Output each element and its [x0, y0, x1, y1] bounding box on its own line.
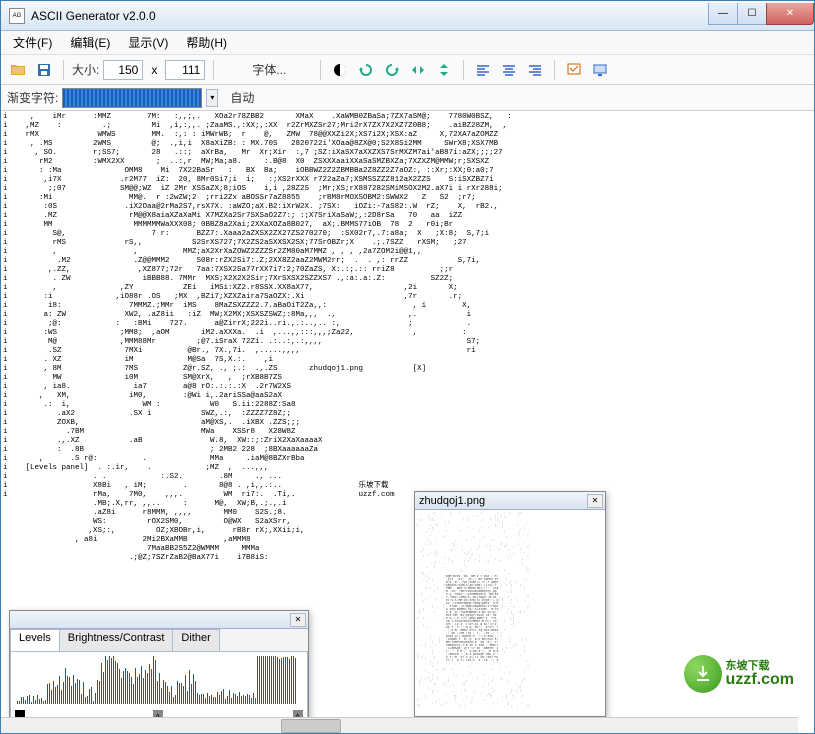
- histogram-area: △ △: [10, 651, 308, 723]
- close-button[interactable]: ✕: [766, 3, 814, 25]
- rotate-left-button[interactable]: [355, 59, 377, 81]
- flip-h-button[interactable]: [407, 59, 429, 81]
- width-input[interactable]: [103, 60, 143, 80]
- scrollbar-thumb[interactable]: [281, 719, 341, 733]
- font-label[interactable]: 字体...: [252, 61, 286, 78]
- horizontal-scrollbar[interactable]: [1, 717, 798, 733]
- preview-button[interactable]: [563, 59, 585, 81]
- window-title: ASCII Generator v2.0.0: [31, 9, 156, 23]
- invert-button[interactable]: [329, 59, 351, 81]
- preview-body: . . .: ; : : ; . ; .;: ; : , . : : ; ,. …: [415, 510, 605, 715]
- gradient-selector[interactable]: [62, 88, 202, 108]
- auto-label[interactable]: 自动: [230, 89, 254, 106]
- levels-panel-close[interactable]: ✕: [290, 613, 306, 627]
- menubar: 文件(F) 编辑(E) 显示(V) 帮助(H): [1, 31, 814, 55]
- ascii-text: i , iMr :MMZ 7M: :,,;,. XOa2r78ZBB2 XMaX…: [3, 113, 812, 563]
- preview-panel[interactable]: zhudqoj1.png ✕ . . .: ; : : ; . ; .;: ; …: [414, 491, 606, 717]
- toolbar-gradient: 渐变字符: ▾ 自动: [1, 85, 814, 111]
- flip-v-button[interactable]: [433, 59, 455, 81]
- x-separator: x: [147, 63, 161, 77]
- rotate-right-button[interactable]: [381, 59, 403, 81]
- tab-brightness[interactable]: Brightness/Contrast: [59, 629, 174, 651]
- tab-dither[interactable]: Dither: [172, 629, 219, 651]
- content-area: i , iMr :MMZ 7M: :,,;,. XOa2r78ZBB2 XMaX…: [1, 111, 814, 733]
- menu-file[interactable]: 文件(F): [5, 32, 60, 53]
- height-input[interactable]: [165, 60, 205, 80]
- align-center-button[interactable]: [498, 59, 520, 81]
- menu-help[interactable]: 帮助(H): [178, 32, 235, 53]
- save-button[interactable]: [33, 59, 55, 81]
- monitor-button[interactable]: [589, 59, 611, 81]
- align-right-button[interactable]: [524, 59, 546, 81]
- toolbar-main: 大小: x 字体...: [1, 55, 814, 85]
- menu-view[interactable]: 显示(V): [120, 32, 176, 53]
- preview-panel-title: zhudqoj1.png: [417, 495, 485, 507]
- levels-panel[interactable]: ✕ Levels Brightness/Contrast Dither △ △: [9, 610, 309, 725]
- open-button[interactable]: [7, 59, 29, 81]
- preview-panel-close[interactable]: ✕: [587, 494, 603, 508]
- size-label: 大小:: [72, 61, 99, 78]
- tab-levels[interactable]: Levels: [10, 629, 60, 651]
- app-window: AG ASCII Generator v2.0.0 — ☐ ✕ 文件(F) 编辑…: [0, 0, 815, 734]
- maximize-button[interactable]: ☐: [737, 3, 767, 25]
- app-icon: AG: [9, 8, 25, 24]
- align-left-button[interactable]: [472, 59, 494, 81]
- preview-ascii: . . .: ; : : ; . ; .;: ; : , . : : ; ,. …: [417, 512, 603, 707]
- minimize-button[interactable]: —: [708, 3, 738, 25]
- gradient-dropdown-arrow[interactable]: ▾: [206, 89, 218, 107]
- menu-edit[interactable]: 编辑(E): [62, 32, 118, 53]
- titlebar: AG ASCII Generator v2.0.0 — ☐ ✕: [1, 1, 814, 31]
- gradient-label: 渐变字符:: [7, 89, 58, 106]
